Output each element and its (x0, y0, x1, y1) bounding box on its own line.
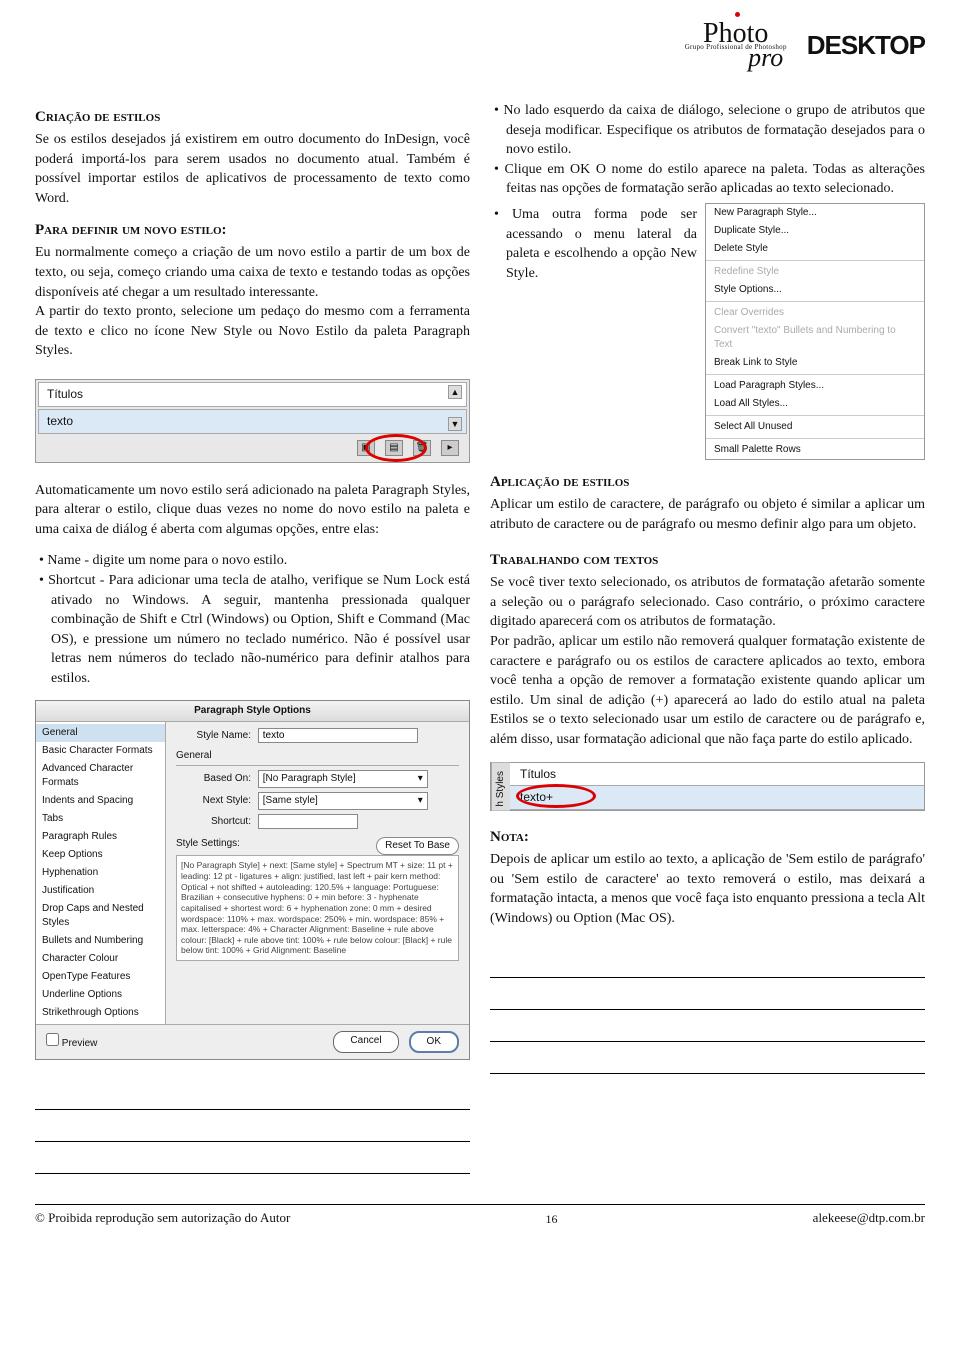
palette2-row-texto[interactable]: texto+ (510, 786, 924, 810)
notes-lines-right (490, 946, 925, 1074)
palette2-label: texto+ (520, 790, 553, 804)
menu-item: Redefine Style (706, 263, 924, 281)
style-name-input[interactable] (258, 728, 418, 743)
heading-criacao: Criação de estilos (35, 107, 470, 128)
palette2-row-titulos[interactable]: Títulos (510, 763, 924, 787)
heading-definir: Para definir um novo estilo: (35, 220, 470, 241)
delete-style-icon[interactable]: 🗑 (413, 440, 431, 456)
page-number: 16 (546, 1211, 558, 1228)
bullet-click-ok: Clique em OK O nome do estilo aparece na… (490, 160, 925, 199)
para-trab1: Se você tiver texto selecionado, os atri… (490, 573, 925, 632)
left-column: Criação de estilos Se os estilos desejad… (35, 101, 470, 1174)
footer-copyright: © Proibida reprodução sem autorização do… (35, 1209, 290, 1227)
menu-item[interactable]: Load All Styles... (706, 395, 924, 413)
sidebar-item[interactable]: OpenType Features (36, 968, 165, 986)
menu-item[interactable]: Duplicate Style... (706, 222, 924, 240)
reset-to-base-button[interactable]: Reset To Base (376, 837, 459, 855)
heading-trabalhando: Trabalhando com textos (490, 550, 925, 571)
sidebar-item[interactable]: Advanced Character Formats (36, 760, 165, 792)
para-nota: Depois de aplicar um estilo ao texto, a … (490, 850, 925, 928)
header-logos: Photo Grupo Profissional de Photoshop pr… (35, 20, 925, 71)
palette-row-titulos[interactable]: Títulos ▲ (38, 382, 467, 407)
menu-item[interactable]: Delete Style (706, 240, 924, 258)
sidebar-item[interactable]: Keep Options (36, 846, 165, 864)
palette-label: texto (47, 414, 73, 428)
section-general: General (176, 749, 459, 766)
based-on-label: Based On: (176, 772, 251, 786)
sidebar-item[interactable]: Paragraph Rules (36, 828, 165, 846)
settings-label: Style Settings: (176, 838, 240, 849)
figure-styles-palette: Títulos ▲ texto ▼ ▣ ▤ 🗑 ▸ (35, 379, 470, 463)
sidebar-item[interactable]: Indents and Spacing (36, 792, 165, 810)
scroll-down-icon[interactable]: ▼ (448, 417, 462, 431)
para-definir1: Eu normalmente começo a criação de um no… (35, 243, 470, 302)
settings-text: [No Paragraph Style] + next: [Same style… (176, 855, 459, 961)
preview-checkbox[interactable]: Preview (46, 1033, 97, 1051)
bullet-list-right: No lado esquerdo da caixa de diálogo, se… (490, 101, 925, 199)
sidebar-item[interactable]: Hyphenation (36, 864, 165, 882)
preview-check[interactable] (46, 1033, 59, 1046)
sidebar-item[interactable]: Character Colour (36, 950, 165, 968)
notes-lines-left (35, 1078, 470, 1174)
sidebar-item[interactable]: Drop Caps and Nested Styles (36, 900, 165, 932)
page-footer: © Proibida reprodução sem autorização do… (35, 1204, 925, 1227)
sidebar-item[interactable]: Underline Options (36, 986, 165, 1004)
scroll-up-icon[interactable]: ▲ (448, 385, 462, 399)
menu-item[interactable]: New Paragraph Style... (706, 204, 924, 222)
palette-row-texto[interactable]: texto ▼ (38, 409, 467, 434)
context-menu: New Paragraph Style... Duplicate Style..… (705, 203, 925, 460)
logo-desktop: DESKTOP (807, 27, 925, 63)
next-style-label: Next Style: (176, 794, 251, 808)
footer-email: alekeese@dtp.com.br (813, 1209, 925, 1227)
next-style-select[interactable]: [Same style] (258, 792, 428, 810)
menu-item[interactable]: Load Paragraph Styles... (706, 377, 924, 395)
figure-styles-palette2: h Styles Títulos texto+ (490, 762, 925, 812)
sidebar-item[interactable]: Justification (36, 882, 165, 900)
logo-photopro: Photo Grupo Profissional de Photoshop pr… (685, 20, 787, 71)
shortcut-label: Shortcut: (176, 815, 251, 829)
bullet-select-group: No lado esquerdo da caixa de diálogo, se… (490, 101, 925, 160)
shortcut-input[interactable] (258, 814, 358, 829)
sidebar-item[interactable]: Tabs (36, 810, 165, 828)
heading-nota: Nota: (490, 827, 925, 848)
para-aplicar: Aplicar um estilo de caractere, de parág… (490, 495, 925, 534)
bullet-list-options: Name - digite um nome para o novo estilo… (35, 551, 470, 688)
bullet-shortcut: Shortcut - Para adicionar uma tecla de a… (35, 571, 470, 689)
ok-button[interactable]: OK (409, 1031, 459, 1053)
palette-label: Títulos (47, 387, 83, 401)
sidebar-item[interactable]: General (36, 724, 165, 742)
menu-item[interactable]: Break Link to Style (706, 354, 924, 372)
paragraph-style-dialog: Paragraph Style Options General Basic Ch… (35, 700, 470, 1060)
sidebar-item[interactable]: Basic Character Formats (36, 742, 165, 760)
dialog-main: Style Name: General Based On: [No Paragr… (166, 722, 469, 1024)
right-column: No lado esquerdo da caixa de diálogo, se… (490, 101, 925, 1174)
dialog-title: Paragraph Style Options (36, 701, 469, 722)
cancel-button[interactable]: Cancel (333, 1031, 398, 1053)
sidebar-item[interactable]: Strikethrough Options (36, 1004, 165, 1022)
bullet-name: Name - digite um nome para o novo estilo… (35, 551, 470, 571)
heading-aplicacao: Aplicação de estilos (490, 472, 925, 493)
para-definir2: A partir do texto pronto, selecione um p… (35, 302, 470, 361)
menu-item[interactable]: Style Options... (706, 281, 924, 299)
palette-menu-icon[interactable]: ▸ (441, 440, 459, 456)
based-on-select[interactable]: [No Paragraph Style] (258, 770, 428, 788)
para-auto: Automaticamente um novo estilo será adic… (35, 481, 470, 540)
new-style-icon[interactable]: ▣ (357, 440, 375, 456)
style-name-label: Style Name: (176, 729, 251, 743)
menu-item: Clear Overrides (706, 304, 924, 322)
sidebar-item[interactable]: Bullets and Numbering (36, 932, 165, 950)
palette-tab[interactable]: h Styles (491, 763, 510, 811)
menu-item: Convert "texto" Bullets and Numbering to… (706, 322, 924, 354)
menu-item[interactable]: Select All Unused (706, 418, 924, 436)
new-style2-icon[interactable]: ▤ (385, 440, 403, 456)
dialog-sidebar: General Basic Character Formats Advanced… (36, 722, 166, 1024)
para-intro: Se os estilos desejados já existirem em … (35, 130, 470, 208)
menu-item[interactable]: Small Palette Rows (706, 441, 924, 459)
para-trab2: Por padrão, aplicar um estilo não remove… (490, 632, 925, 750)
